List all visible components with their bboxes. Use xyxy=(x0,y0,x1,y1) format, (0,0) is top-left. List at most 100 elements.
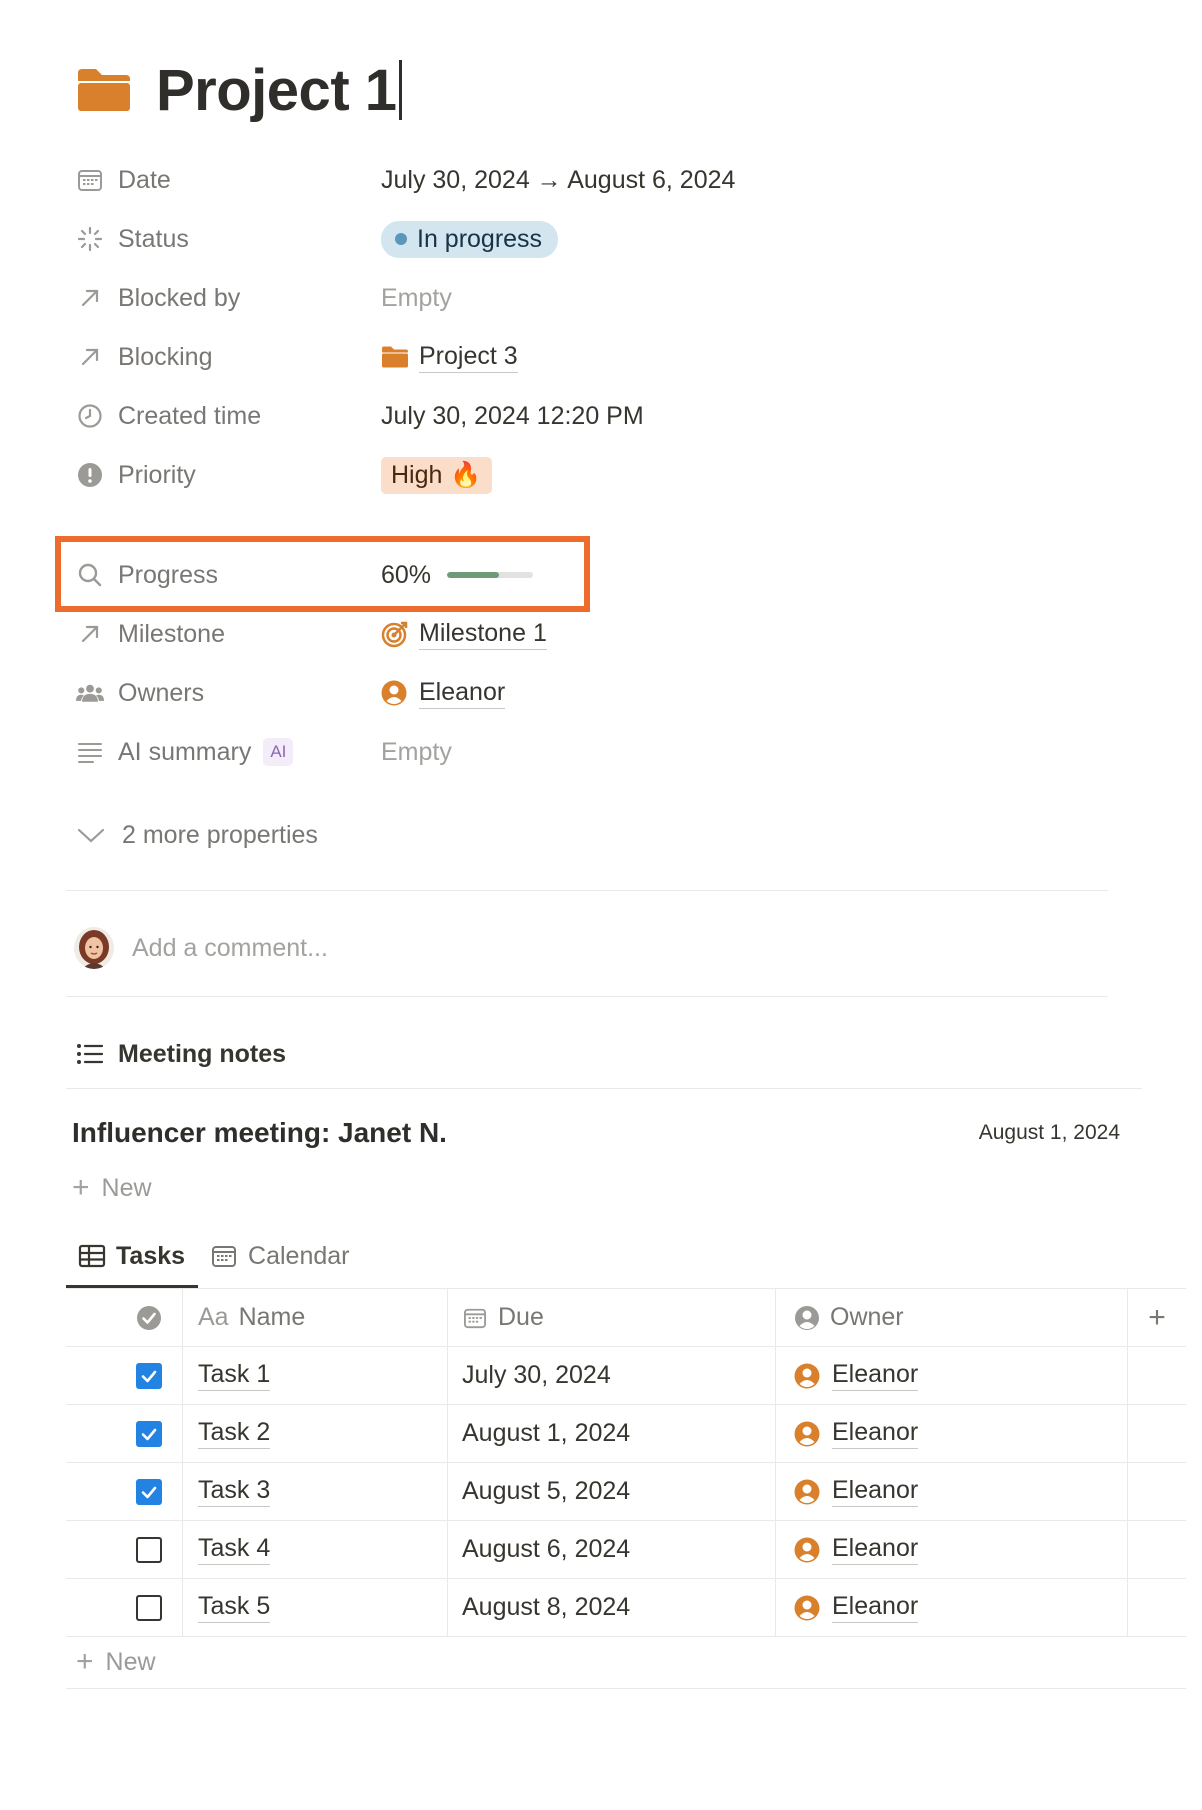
table-icon xyxy=(78,1242,106,1270)
task-name-cell: Task 1 xyxy=(183,1347,448,1404)
property-label: Milestone xyxy=(118,619,225,648)
task-checkbox-cell xyxy=(66,1521,183,1578)
column-header-name[interactable]: Aa Name xyxy=(183,1289,448,1346)
folder-icon[interactable] xyxy=(76,67,132,113)
task-due[interactable]: August 1, 2024 xyxy=(462,1419,630,1448)
table-row[interactable]: Task 5 August 8, 2024 Eleanor xyxy=(66,1579,1186,1637)
milestone-link[interactable]: Milestone 1 xyxy=(419,619,547,650)
text-cursor xyxy=(398,60,402,120)
task-checkbox-cell xyxy=(66,1579,183,1636)
status-badge[interactable]: In progress xyxy=(381,220,559,258)
date-value[interactable]: July 30, 2024 → August 6, 2024 xyxy=(381,166,735,195)
divider xyxy=(66,996,1108,997)
column-label: Name xyxy=(238,1303,306,1331)
new-task-button[interactable]: + New xyxy=(76,1636,156,1688)
tab-label: Tasks xyxy=(116,1241,186,1270)
empty-cell xyxy=(1128,1579,1186,1636)
person-avatar-icon xyxy=(794,1537,820,1562)
comment-input[interactable]: Add a comment... xyxy=(132,934,328,963)
empty-cell xyxy=(1128,1405,1186,1462)
task-checkbox[interactable] xyxy=(136,1594,162,1621)
page-title[interactable]: Project 1 xyxy=(156,57,397,124)
target-icon xyxy=(381,621,408,648)
table-row[interactable]: Task 2 August 1, 2024 Eleanor xyxy=(66,1405,1186,1463)
meeting-notes-heading[interactable]: Meeting notes xyxy=(76,1030,286,1078)
task-name[interactable]: Task 1 xyxy=(198,1360,271,1391)
task-name[interactable]: Task 3 xyxy=(198,1476,271,1507)
task-name[interactable]: Task 2 xyxy=(198,1418,271,1449)
meeting-item[interactable]: Influencer meeting: Janet N. August 1, 2… xyxy=(72,1108,1132,1158)
task-name-cell: Task 5 xyxy=(183,1579,448,1636)
column-header-done[interactable] xyxy=(66,1289,183,1346)
check-circle-icon xyxy=(137,1305,161,1330)
ai-summary-value[interactable]: Empty xyxy=(381,738,452,767)
empty-cell xyxy=(1128,1463,1186,1520)
task-name[interactable]: Task 4 xyxy=(198,1534,271,1565)
task-checkbox[interactable] xyxy=(136,1478,162,1505)
comment-box[interactable]: Add a comment... xyxy=(74,920,328,976)
task-due[interactable]: August 5, 2024 xyxy=(462,1477,630,1506)
task-checkbox-cell xyxy=(66,1463,183,1520)
property-label: AI summary xyxy=(118,737,252,766)
blocking-link[interactable]: Project 3 xyxy=(419,342,518,373)
task-owner[interactable]: Eleanor xyxy=(832,1418,919,1449)
property-label: Created time xyxy=(118,401,262,430)
task-due[interactable]: July 30, 2024 xyxy=(462,1361,611,1390)
clock-icon xyxy=(76,402,104,430)
blocked-by-value[interactable]: Empty xyxy=(381,284,452,313)
task-owner[interactable]: Eleanor xyxy=(832,1592,919,1623)
person-avatar-icon xyxy=(794,1479,820,1504)
empty-cell xyxy=(1128,1521,1186,1578)
calendar-icon xyxy=(462,1305,488,1331)
table-row[interactable]: Task 1 July 30, 2024 Eleanor xyxy=(66,1347,1186,1405)
add-column-button[interactable]: + xyxy=(1128,1289,1186,1346)
property-blocked-by[interactable]: Blocked by Empty xyxy=(76,264,1126,332)
table-row[interactable]: Task 3 August 5, 2024 Eleanor xyxy=(66,1463,1186,1521)
meeting-title[interactable]: Influencer meeting: Janet N. xyxy=(72,1117,447,1149)
person-icon xyxy=(794,1305,820,1331)
task-owner[interactable]: Eleanor xyxy=(832,1476,919,1507)
ai-badge: AI xyxy=(263,738,294,766)
task-due[interactable]: August 8, 2024 xyxy=(462,1593,630,1622)
property-date[interactable]: Date July 30, 2024 → August 6, 2024 xyxy=(76,146,1126,214)
task-due[interactable]: August 6, 2024 xyxy=(462,1535,630,1564)
checkmark-icon xyxy=(141,1370,157,1382)
property-blocking[interactable]: Blocking Project 3 xyxy=(76,323,1126,391)
people-icon xyxy=(76,679,104,707)
task-checkbox[interactable] xyxy=(136,1362,162,1389)
text-type-icon: Aa xyxy=(198,1303,229,1331)
property-status[interactable]: Status In progress xyxy=(76,205,1126,273)
status-loader-icon xyxy=(76,225,104,253)
new-meeting-button[interactable]: + New xyxy=(72,1163,152,1213)
tasks-table: Aa Name Due Owner + Task 1 July 30, 2024 E… xyxy=(66,1288,1186,1637)
task-name-cell: Task 2 xyxy=(183,1405,448,1462)
task-due-cell: August 1, 2024 xyxy=(448,1405,776,1462)
tab-tasks[interactable]: Tasks xyxy=(66,1225,199,1288)
property-label: Priority xyxy=(118,460,196,489)
task-checkbox-cell xyxy=(66,1347,183,1404)
task-checkbox[interactable] xyxy=(136,1536,162,1563)
owner-link[interactable]: Eleanor xyxy=(419,678,506,709)
tab-calendar[interactable]: Calendar xyxy=(198,1225,362,1287)
more-properties-toggle[interactable]: 2 more properties xyxy=(76,810,318,860)
column-label: Owner xyxy=(830,1303,904,1331)
table-row[interactable]: Task 4 August 6, 2024 Eleanor xyxy=(66,1521,1186,1579)
property-ai-summary[interactable]: AI summary AI Empty xyxy=(76,718,1126,786)
column-header-owner[interactable]: Owner xyxy=(776,1289,1128,1346)
property-priority[interactable]: Priority High 🔥 xyxy=(76,441,1126,509)
checkmark-icon xyxy=(141,1428,157,1440)
task-checkbox[interactable] xyxy=(136,1420,162,1447)
property-created-time[interactable]: Created time July 30, 2024 12:20 PM xyxy=(76,382,1126,450)
property-owners[interactable]: Owners Eleanor xyxy=(76,659,1126,727)
column-header-due[interactable]: Due xyxy=(448,1289,776,1346)
column-label: Due xyxy=(498,1303,544,1331)
property-label: Status xyxy=(118,224,189,253)
status-value: In progress xyxy=(417,224,543,253)
page: Project 1 Date July 30, 2024 → August 6,… xyxy=(0,0,1202,1810)
relation-arrow-icon xyxy=(76,620,104,648)
task-name[interactable]: Task 5 xyxy=(198,1592,271,1623)
task-owner[interactable]: Eleanor xyxy=(832,1534,919,1565)
property-milestone[interactable]: Milestone Milestone 1 xyxy=(76,600,1126,668)
task-owner[interactable]: Eleanor xyxy=(832,1360,919,1391)
priority-badge[interactable]: High 🔥 xyxy=(381,456,492,494)
